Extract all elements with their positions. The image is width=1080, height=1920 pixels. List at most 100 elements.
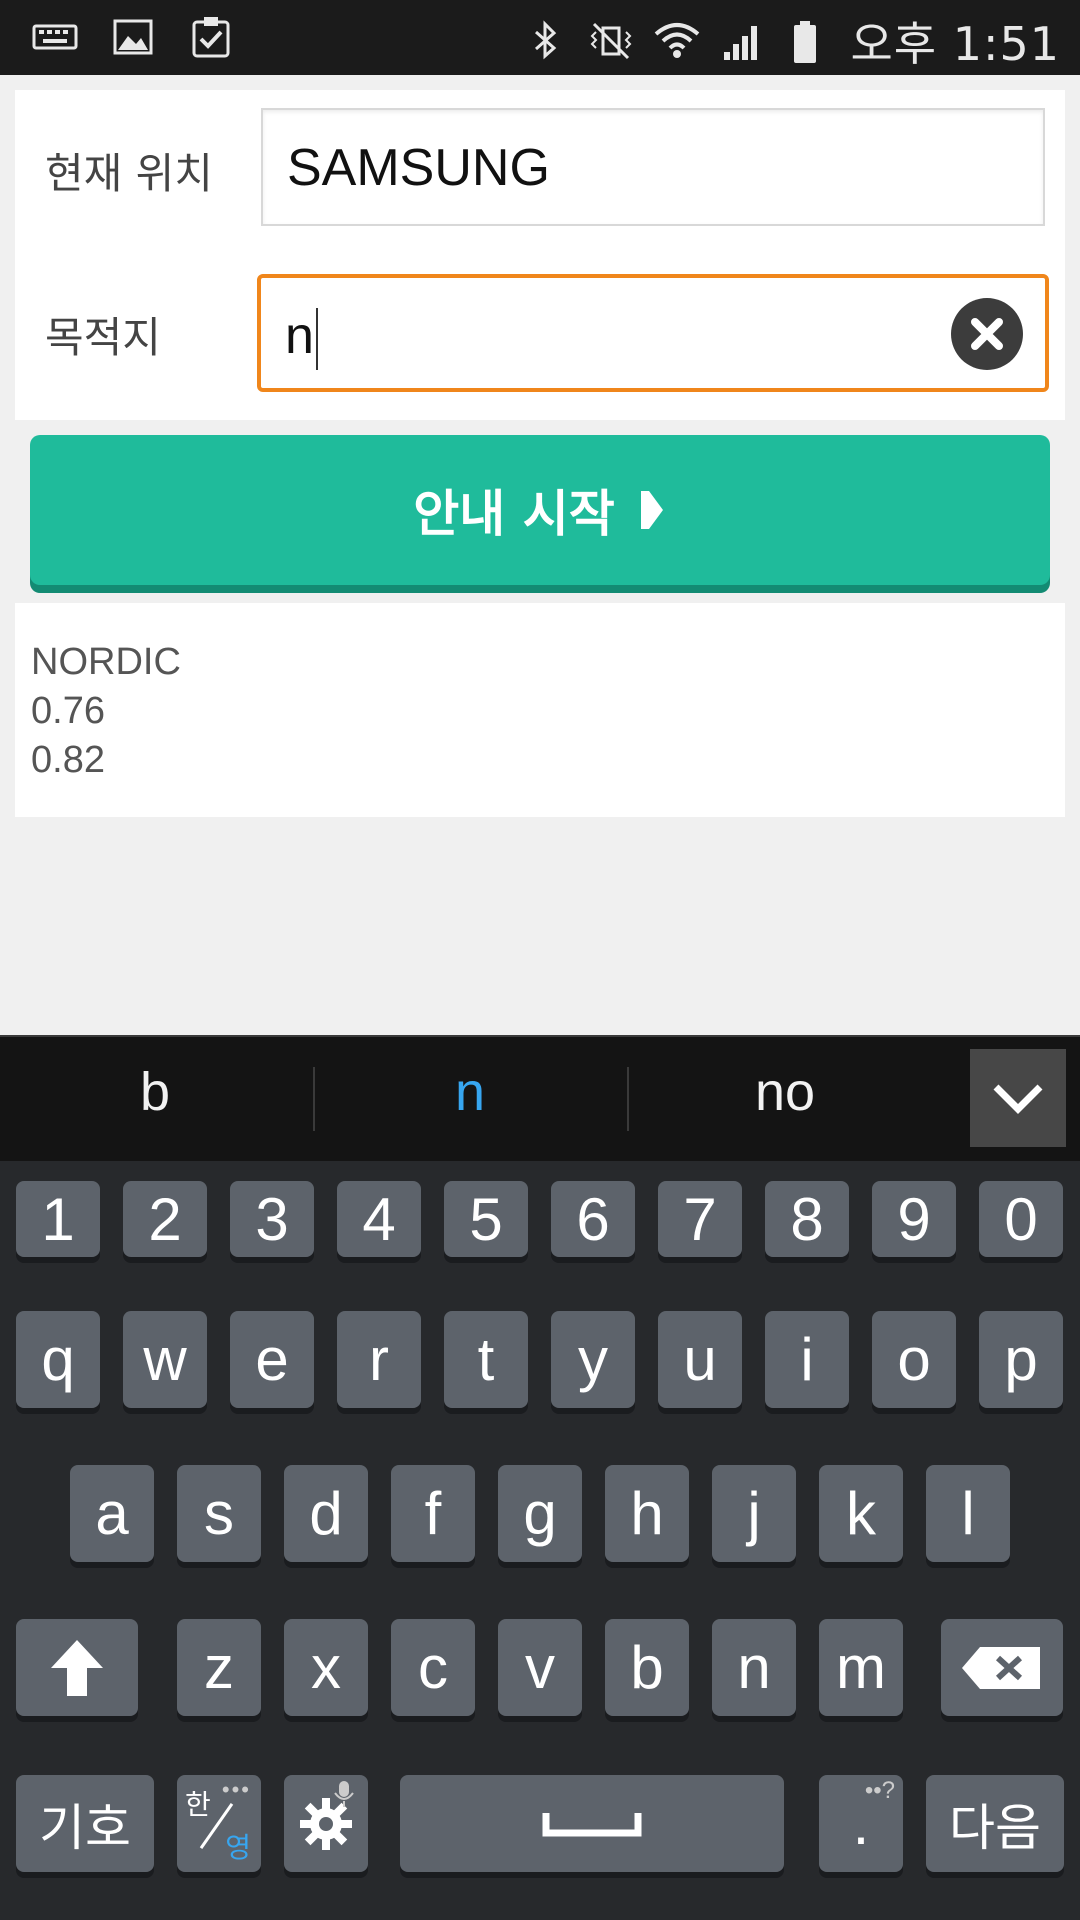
key-9[interactable]: 9 (872, 1181, 956, 1257)
key-label: l (961, 1480, 975, 1547)
key-label: 3 (255, 1185, 289, 1253)
key-s[interactable]: s (177, 1465, 261, 1562)
key-v[interactable]: v (498, 1619, 582, 1716)
key-label: v (525, 1634, 555, 1701)
clock: 오후 1:51 (850, 17, 1060, 71)
start-guidance-button[interactable]: 안내 시작 (30, 435, 1050, 585)
key-4[interactable]: 4 (337, 1181, 421, 1257)
key-n[interactable]: n (712, 1619, 796, 1716)
key-g[interactable]: g (498, 1465, 582, 1562)
symbols-key[interactable]: 기호 (16, 1775, 154, 1872)
key-label: p (1004, 1326, 1038, 1393)
key-label: 7 (683, 1185, 717, 1253)
chevron-down-icon (993, 1084, 1043, 1114)
space-bar-icon (542, 1812, 642, 1836)
key-p[interactable]: p (979, 1311, 1063, 1408)
shift-key[interactable] (16, 1619, 138, 1716)
period-hint-icon: ••? (864, 1777, 895, 1804)
key-1[interactable]: 1 (16, 1181, 100, 1257)
settings-key[interactable] (284, 1775, 368, 1872)
key-t[interactable]: t (444, 1311, 528, 1408)
key-y[interactable]: y (551, 1311, 635, 1408)
key-label: y (578, 1326, 608, 1393)
close-icon (971, 318, 1003, 350)
key-label: 9 (897, 1185, 931, 1253)
destination-input[interactable]: n (257, 274, 1049, 392)
key-label: 2 (148, 1185, 182, 1253)
current-location-input[interactable]: SAMSUNG (261, 108, 1045, 226)
key-e[interactable]: e (230, 1311, 314, 1408)
period-key[interactable]: . ••? (819, 1775, 903, 1872)
clipboard-check-icon (192, 17, 230, 58)
more-dots-icon: ••• (221, 1777, 251, 1802)
key-0[interactable]: 0 (979, 1181, 1063, 1257)
key-5[interactable]: 5 (444, 1181, 528, 1257)
key-r[interactable]: r (337, 1311, 421, 1408)
key-j[interactable]: j (712, 1465, 796, 1562)
key-label: x (311, 1634, 341, 1701)
destination-text-wrap: n (285, 306, 318, 371)
destination-label: 목적지 (45, 313, 161, 362)
key-c[interactable]: c (391, 1619, 475, 1716)
key-label: d (309, 1480, 343, 1547)
key-a[interactable]: a (70, 1465, 154, 1562)
key-label: n (737, 1634, 771, 1701)
result-line-3: 0.82 (31, 739, 105, 781)
key-label: 1 (41, 1185, 75, 1253)
key-6[interactable]: 6 (551, 1181, 635, 1257)
key-label: 4 (362, 1185, 396, 1253)
arrow-right-icon (640, 491, 663, 529)
soft-keyboard: b n no 1 2 3 4 5 6 7 8 9 0 q w e r t y u… (0, 1035, 1080, 1920)
microphone-icon (334, 1781, 354, 1807)
key-label: 0 (1004, 1185, 1038, 1253)
suggestion-2[interactable]: n (315, 1061, 625, 1123)
key-i[interactable]: i (765, 1311, 849, 1408)
key-label: h (630, 1480, 664, 1547)
backspace-icon (962, 1646, 1040, 1689)
space-key[interactable] (400, 1775, 784, 1872)
key-label: i (800, 1326, 814, 1393)
key-q[interactable]: q (16, 1311, 100, 1408)
key-7[interactable]: 7 (658, 1181, 742, 1257)
bluetooth-icon (535, 20, 557, 60)
language-key[interactable]: 한 영 ••• (177, 1775, 261, 1872)
clear-button[interactable] (951, 298, 1023, 370)
key-l[interactable]: l (926, 1465, 1010, 1562)
key-x[interactable]: x (284, 1619, 368, 1716)
key-label: f (424, 1480, 442, 1547)
suggestion-3[interactable]: no (630, 1061, 940, 1123)
key-label: a (95, 1480, 129, 1547)
key-h[interactable]: h (605, 1465, 689, 1562)
status-bar: 오후 1:51 (0, 0, 1080, 75)
key-d[interactable]: d (284, 1465, 368, 1562)
key-label: u (683, 1326, 717, 1393)
key-label: c (418, 1634, 448, 1701)
backspace-key[interactable] (941, 1619, 1063, 1716)
key-label: t (477, 1326, 495, 1393)
destination-value: n (285, 307, 314, 365)
key-f[interactable]: f (391, 1465, 475, 1562)
key-label: j (747, 1480, 761, 1547)
key-3[interactable]: 3 (230, 1181, 314, 1257)
next-key[interactable]: 다음 (926, 1775, 1064, 1872)
collapse-suggestions-button[interactable] (970, 1049, 1066, 1147)
key-o[interactable]: o (872, 1311, 956, 1408)
key-2[interactable]: 2 (123, 1181, 207, 1257)
suggestion-bar: b n no (0, 1035, 1080, 1161)
vibrate-mute-icon (591, 22, 632, 60)
key-u[interactable]: u (658, 1311, 742, 1408)
key-label: k (846, 1480, 876, 1547)
text-cursor (315, 308, 318, 371)
key-w[interactable]: w (123, 1311, 207, 1408)
key-label: m (836, 1634, 886, 1701)
start-guidance-label: 안내 시작 (413, 485, 615, 543)
suggestion-1[interactable]: b (0, 1061, 310, 1123)
key-label: b (630, 1634, 664, 1701)
key-z[interactable]: z (177, 1619, 261, 1716)
key-label: 다음 (949, 1798, 1041, 1857)
key-8[interactable]: 8 (765, 1181, 849, 1257)
key-b[interactable]: b (605, 1619, 689, 1716)
key-k[interactable]: k (819, 1465, 903, 1562)
suggestion-divider (627, 1067, 629, 1131)
key-m[interactable]: m (819, 1619, 903, 1716)
